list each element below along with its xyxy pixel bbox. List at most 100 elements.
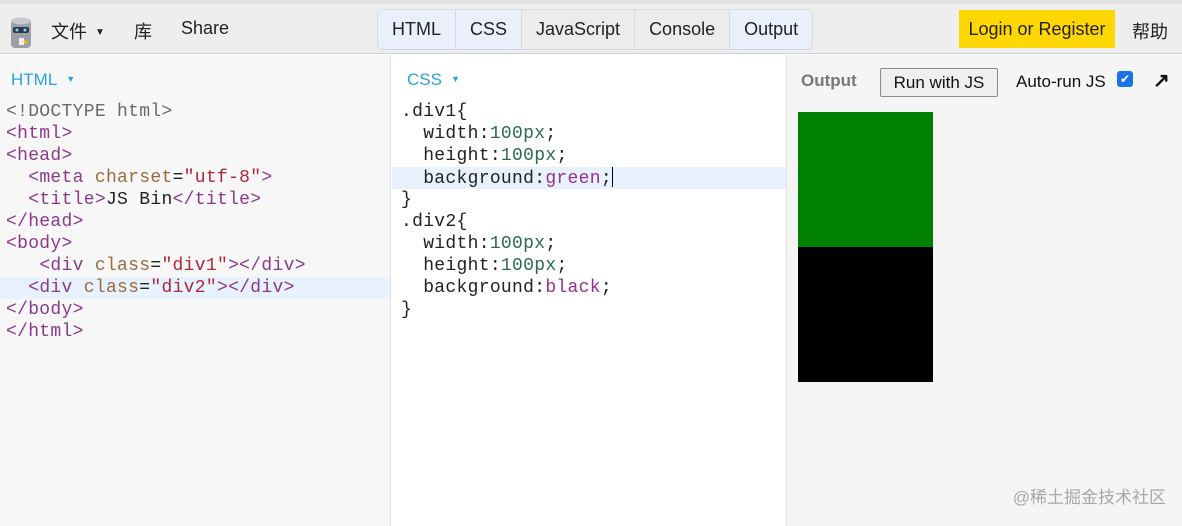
code-token: <meta	[28, 168, 95, 188]
code-line[interactable]: .div1{	[392, 101, 786, 123]
code-token: ;	[545, 124, 557, 144]
caret-down-icon: ▼	[66, 74, 76, 84]
code-token: 100px	[500, 146, 557, 166]
code-line[interactable]: <body>	[0, 233, 390, 255]
code-line[interactable]: .div2{	[392, 211, 786, 233]
code-line[interactable]: <html>	[0, 123, 390, 145]
code-line[interactable]: }	[392, 299, 786, 321]
code-line[interactable]: width:100px;	[392, 233, 786, 255]
top-toolbar: 文件 ▼ 库 Share HTML CSS JavaScript Console Outp…	[0, 0, 1182, 54]
tab-html[interactable]: HTML	[378, 10, 456, 49]
code-token: height:	[401, 256, 501, 276]
caret-down-icon: ▼	[95, 27, 105, 38]
code-token: <div	[39, 256, 95, 276]
code-line[interactable]: </head>	[0, 211, 390, 233]
login-register-button[interactable]: Login or Register	[959, 10, 1115, 48]
file-menu[interactable]: 文件 ▼	[51, 18, 105, 44]
code-line[interactable]: <title>JS Bin</title>	[0, 189, 390, 211]
share-menu[interactable]: Share	[181, 18, 229, 39]
code-line[interactable]: </body>	[0, 299, 390, 321]
code-token: }	[401, 190, 413, 210]
code-token: <!DOCTYPE html>	[6, 102, 173, 122]
css-panel-menu[interactable]: CSS ▼	[407, 70, 460, 90]
autorun-label: Auto-run JS	[1016, 72, 1106, 91]
tab-output[interactable]: Output	[730, 10, 813, 49]
code-line[interactable]: background:black;	[392, 277, 786, 299]
code-token: ;	[600, 169, 612, 189]
code-token: .div1{	[401, 102, 468, 122]
code-token: 100px	[489, 124, 546, 144]
output-panel: Output Run with JS Auto-run JS ✔ ↗	[787, 55, 1182, 526]
code-line[interactable]: <meta charset="utf-8">	[0, 167, 390, 189]
code-line[interactable]: <div class="div1"></div>	[0, 255, 390, 277]
code-token: background:	[401, 278, 546, 298]
code-token: height:	[401, 146, 501, 166]
code-token: </title>	[172, 190, 262, 210]
output-div2	[798, 247, 933, 382]
code-token: width:	[401, 234, 490, 254]
code-line[interactable]: <!DOCTYPE html>	[0, 101, 390, 123]
code-token: =	[172, 168, 184, 188]
panel-tabs: HTML CSS JavaScript Console Output	[377, 9, 814, 50]
code-token: ;	[556, 146, 568, 166]
code-token: ;	[600, 278, 612, 298]
code-token: ></div>	[216, 278, 295, 298]
code-token: </body>	[6, 300, 84, 320]
code-line[interactable]: </html>	[0, 321, 390, 343]
code-token: .div2{	[401, 212, 468, 232]
html-editor[interactable]: <!DOCTYPE html> <html> <head> <meta charse…	[0, 101, 390, 343]
code-token: <html>	[6, 124, 73, 144]
code-token: charset	[94, 168, 173, 188]
code-token: "div1"	[161, 256, 229, 276]
code-line[interactable]: <div class="div2"></div>	[0, 277, 390, 299]
code-token: "utf-8"	[183, 168, 262, 188]
code-line[interactable]: background:green;	[392, 167, 786, 189]
file-menu-label: 文件	[51, 22, 87, 42]
code-token: background:	[401, 169, 546, 189]
code-token: =	[150, 256, 162, 276]
code-token: 100px	[489, 234, 546, 254]
html-panel-menu[interactable]: HTML ▼	[11, 70, 75, 90]
caret-down-icon: ▼	[450, 74, 460, 84]
library-menu[interactable]: 库	[134, 18, 152, 44]
tab-console[interactable]: Console	[635, 10, 731, 49]
code-token: <body>	[6, 234, 73, 254]
code-token: =	[139, 278, 151, 298]
css-panel: CSS ▼ .div1{ width:100px; height:100px; b…	[392, 55, 787, 526]
code-line[interactable]: width:100px;	[392, 123, 786, 145]
code-token: </html>	[6, 322, 84, 342]
run-with-js-button[interactable]: Run with JS	[880, 68, 998, 97]
output-div1	[798, 112, 933, 247]
tab-css[interactable]: CSS	[456, 10, 523, 49]
code-token: <div	[28, 278, 84, 298]
code-line[interactable]: }	[392, 189, 786, 211]
code-line[interactable]: <head>	[0, 145, 390, 167]
code-token: ></div>	[228, 256, 306, 276]
css-panel-label: CSS	[407, 70, 442, 89]
autorun-checkbox[interactable]: ✔	[1117, 71, 1133, 87]
code-token: >	[261, 168, 273, 188]
html-panel: HTML ▼ <!DOCTYPE html> <html> <head> <meta …	[0, 55, 391, 526]
code-line[interactable]: height:100px;	[392, 145, 786, 167]
code-token: <title>	[28, 190, 106, 210]
help-menu[interactable]: 帮助	[1132, 18, 1168, 44]
code-token: class	[94, 256, 151, 276]
html-panel-label: HTML	[11, 70, 58, 89]
code-token: black	[545, 278, 601, 298]
code-token: class	[83, 278, 140, 298]
code-line[interactable]: height:100px;	[392, 255, 786, 277]
code-token: </head>	[6, 212, 84, 232]
jsbin-logo-icon[interactable]	[9, 16, 33, 50]
code-token: width:	[401, 124, 490, 144]
output-label: Output	[801, 71, 857, 90]
code-token: 100px	[500, 256, 557, 276]
text-cursor	[611, 167, 613, 187]
code-token: }	[401, 300, 413, 320]
css-editor[interactable]: .div1{ width:100px; height:100px; backgr…	[392, 101, 786, 321]
popout-arrow-icon[interactable]: ↗	[1153, 68, 1170, 93]
tab-javascript[interactable]: JavaScript	[522, 10, 636, 49]
code-token: green	[545, 169, 601, 189]
